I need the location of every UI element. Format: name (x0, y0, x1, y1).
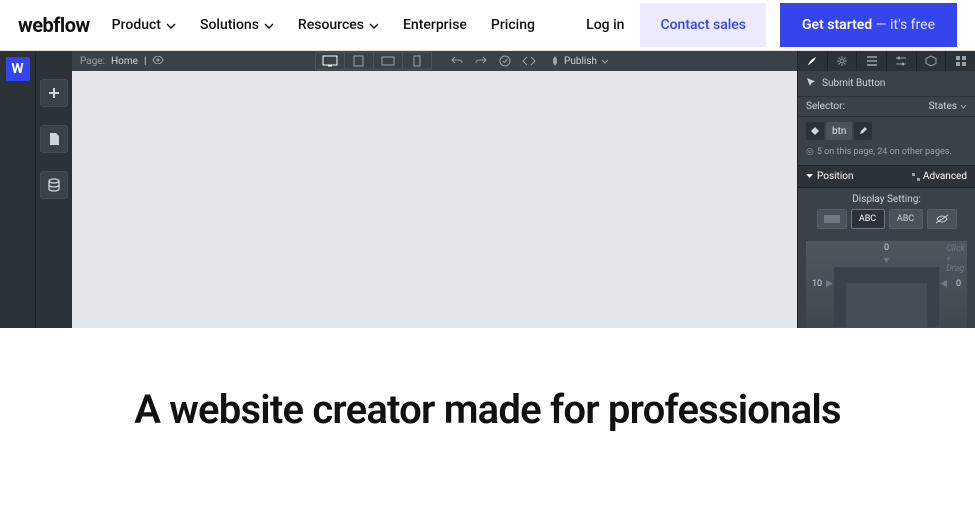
nav-pricing-label: Pricing (491, 17, 535, 33)
arrow-right-icon: ▶ (826, 279, 833, 289)
get-started-suffix: — it's free (872, 17, 935, 33)
edit-class-icon[interactable] (854, 122, 872, 140)
rocket-icon (550, 56, 560, 66)
states-dropdown[interactable]: States (929, 101, 967, 112)
display-inline-button[interactable]: ABC (889, 209, 923, 229)
designer-screenshot: W Page: Home | (0, 51, 975, 328)
display-setting-buttons: ABC ABC (798, 209, 975, 237)
all-tag-chip[interactable] (806, 122, 824, 140)
options-icon (912, 173, 920, 181)
style-panel: Submit Button Selector: States btn ◎5 on… (797, 51, 975, 328)
class-chip[interactable]: btn (826, 122, 852, 140)
publish-label: Publish (564, 56, 597, 67)
margin-left[interactable]: 10 (812, 279, 822, 289)
pages-icon[interactable] (40, 125, 68, 153)
caret-down-icon (806, 173, 813, 180)
nav-pricing[interactable]: Pricing (491, 17, 535, 33)
drag-hint: Click+Drag (946, 245, 965, 275)
advanced-toggle[interactable]: Advanced (912, 171, 967, 182)
nav-enterprise[interactable]: Enterprise (403, 17, 467, 33)
nav-solutions-label: Solutions (200, 17, 259, 33)
nav-product[interactable]: Product (112, 17, 176, 33)
add-element-icon[interactable] (40, 79, 68, 107)
selector-count: ◎5 on this page, 24 on other pages. (798, 143, 975, 165)
webflow-home-icon[interactable]: W (6, 57, 30, 81)
headline-text: A website creator made for professionals (80, 386, 895, 433)
box-model[interactable]: Click+Drag 0 ▼ 10 12 10 ▶ 18 18 ◀ 0 (806, 241, 967, 328)
display-inline-block-button[interactable]: ABC (851, 209, 885, 229)
position-section-header[interactable]: Position Advanced (798, 165, 975, 188)
page-name: Home (111, 56, 138, 67)
get-started-prefix: Get started (802, 17, 872, 33)
display-block-icon[interactable] (817, 209, 847, 229)
advanced-label: Advanced (923, 171, 967, 182)
preview-icon[interactable] (152, 56, 164, 67)
sliders-icon[interactable] (886, 51, 916, 71)
panel-tabs (798, 51, 975, 71)
publish-button[interactable]: Publish (542, 56, 617, 67)
viewport-tablet-icon[interactable] (344, 52, 374, 70)
chevron-down-icon (369, 17, 379, 33)
states-label: States (929, 101, 957, 112)
login-link[interactable]: Log in (586, 17, 624, 33)
class-chipbar: btn (798, 117, 975, 143)
check-icon[interactable] (494, 52, 516, 70)
topbar-right-actions: Publish (446, 51, 617, 71)
nav-enterprise-label: Enterprise (403, 17, 467, 33)
margin-top[interactable]: 0 (884, 243, 889, 253)
brush-icon[interactable] (798, 51, 827, 71)
viewport-mobile-icon[interactable] (402, 52, 432, 70)
arrow-left-icon: ◀ (940, 279, 947, 289)
margin-right[interactable]: 0 (956, 279, 961, 289)
tool-stack (36, 51, 72, 328)
logo[interactable]: webflow (18, 13, 90, 37)
viewport-landscape-icon[interactable] (373, 52, 403, 70)
nav-resources-label: Resources (298, 17, 364, 33)
cms-icon[interactable] (40, 171, 68, 199)
grid-icon[interactable] (945, 51, 975, 71)
chevron-down-icon (960, 105, 967, 109)
designer-center: Page: Home | Publish (72, 51, 797, 328)
chevron-down-icon (264, 17, 274, 33)
list-icon[interactable] (856, 51, 886, 71)
undo-icon[interactable] (446, 52, 468, 70)
hero-headline: A website creator made for professionals (0, 328, 975, 433)
code-icon[interactable] (518, 52, 540, 70)
display-none-icon[interactable] (927, 209, 957, 229)
canvas[interactable] (72, 71, 797, 328)
nav-resources[interactable]: Resources (298, 17, 379, 33)
arrow-down-icon: ▼ (882, 255, 891, 266)
designer-topbar: Page: Home | Publish (72, 51, 797, 71)
submit-button-row[interactable]: Submit Button (798, 71, 975, 97)
contact-sales-button[interactable]: Contact sales (640, 3, 766, 47)
chevron-down-icon (601, 59, 609, 64)
nav-product-label: Product (112, 17, 161, 33)
submit-button-label: Submit Button (822, 78, 885, 89)
cursor-icon (806, 77, 816, 90)
viewport-switcher (315, 52, 431, 70)
selector-label: Selector: (806, 101, 845, 112)
box-icon[interactable] (916, 51, 946, 71)
target-icon: ◎ (806, 147, 814, 157)
chevron-down-icon (166, 17, 176, 33)
display-setting-label: Display Setting: (798, 188, 975, 209)
page-label: Page: (80, 56, 105, 67)
redo-icon[interactable] (470, 52, 492, 70)
left-rail: W (0, 51, 36, 328)
top-navigation: webflow Product Solutions Resources Ente… (0, 0, 975, 51)
page-info[interactable]: Page: Home | (72, 56, 164, 67)
nav-links: Product Solutions Resources Enterprise P… (112, 17, 535, 33)
nav-solutions[interactable]: Solutions (200, 17, 274, 33)
selector-row: Selector: States (798, 97, 975, 117)
viewport-desktop-icon[interactable] (315, 52, 345, 70)
gear-icon[interactable] (827, 51, 857, 71)
position-label: Position (817, 171, 853, 182)
get-started-button[interactable]: Get started — it's free (780, 3, 957, 47)
